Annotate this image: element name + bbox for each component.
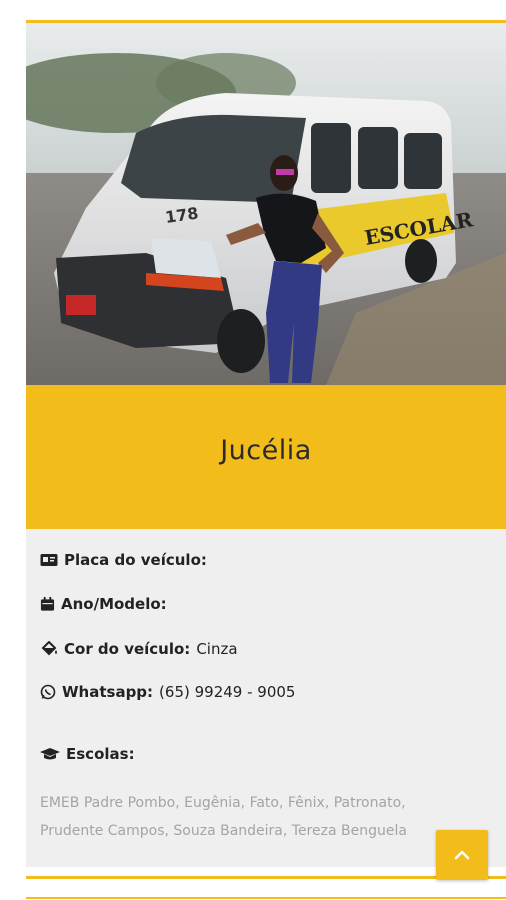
year-model-label: Ano/Modelo: xyxy=(61,595,167,613)
schools-row: Escolas: xyxy=(40,745,135,763)
whatsapp-icon xyxy=(40,684,56,700)
back-to-top-button[interactable] xyxy=(436,830,488,880)
whatsapp-row: Whatsapp: (65) 99249 - 9005 xyxy=(40,683,295,701)
driver-name: Jucélia xyxy=(220,434,312,466)
driver-card: ESCOLAR 178 Jucélia Placa do veículo: An… xyxy=(26,23,506,867)
bottom-divider xyxy=(26,876,506,879)
year-model-row: Ano/Modelo: xyxy=(40,595,173,613)
whatsapp-value[interactable]: (65) 99249 - 9005 xyxy=(159,683,295,701)
schools-label: Escolas: xyxy=(66,745,135,763)
id-card-icon xyxy=(40,554,58,566)
color-label: Cor do veículo: xyxy=(64,640,191,658)
color-value: Cinza xyxy=(196,640,238,658)
chevron-up-icon xyxy=(454,850,470,860)
driver-info-panel: Placa do veículo: Ano/Modelo: Cor do veí… xyxy=(26,529,506,867)
color-row: Cor do veículo: Cinza xyxy=(40,640,238,658)
plate-row: Placa do veículo: xyxy=(40,551,213,569)
van-photo-illustration: ESCOLAR 178 xyxy=(26,23,506,385)
name-band: Jucélia xyxy=(26,385,506,529)
plate-label: Placa do veículo: xyxy=(64,551,207,569)
driver-photo: ESCOLAR 178 xyxy=(26,23,506,385)
graduation-cap-icon xyxy=(40,748,60,760)
next-card-divider xyxy=(26,897,506,899)
calendar-icon xyxy=(40,596,55,611)
paint-bucket-icon xyxy=(41,641,57,656)
schools-list: EMEB Padre Pombo, Eugênia, Fato, Fênix, … xyxy=(40,795,407,839)
whatsapp-label: Whatsapp: xyxy=(62,683,154,701)
